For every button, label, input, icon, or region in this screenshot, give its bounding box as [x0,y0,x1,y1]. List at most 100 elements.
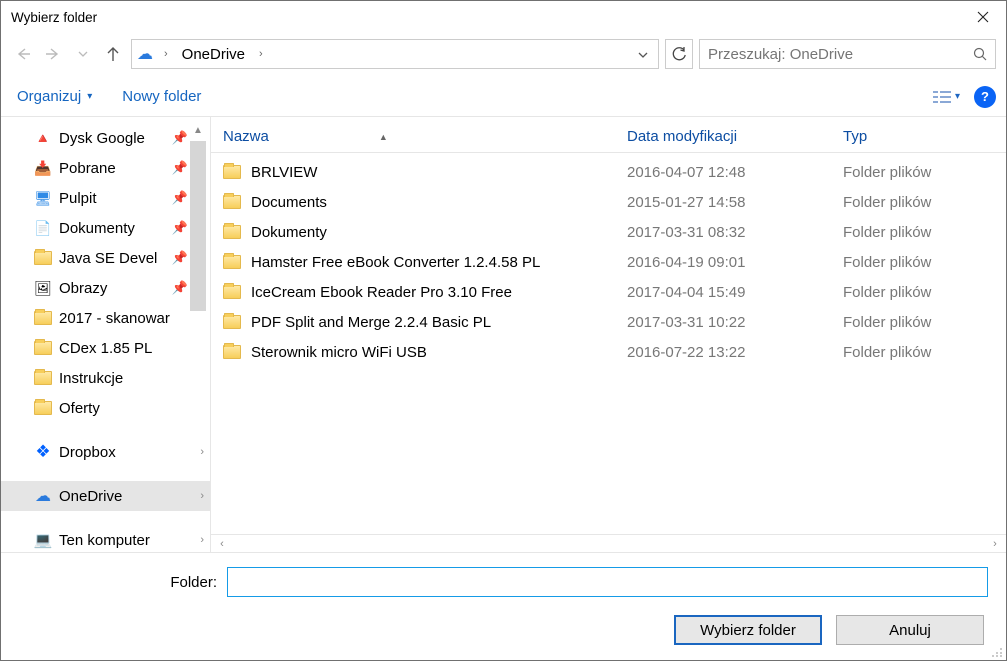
arrow-left-icon [15,47,31,61]
refresh-icon [672,47,687,62]
navigation-row: ☁ › OneDrive › [1,33,1006,75]
nav-recent-button[interactable] [71,42,95,66]
folder-icon [223,315,241,329]
list-row[interactable]: Sterownik micro WiFi USB2016-07-22 13:22… [211,337,1006,367]
row-name: IceCream Ebook Reader Pro 3.10 Free [251,284,512,301]
view-mode-button[interactable]: ▾ [933,90,960,104]
documents-icon: 📄 [34,220,51,237]
choose-folder-button[interactable]: Wybierz folder [674,615,822,645]
list-header: Nazwa ▲ Data modyfikacji Typ [211,117,1006,153]
tree-item-label: CDex 1.85 PL [59,340,152,357]
chevron-right-icon: › [200,534,204,546]
scroll-right-button[interactable]: › [986,537,1004,551]
folder-picker-window: Wybierz folder ☁ › OneDrive › Organizuj … [0,0,1007,661]
organize-button[interactable]: Organizuj ▾ [11,84,98,109]
pin-icon: 📌 [172,220,188,236]
tree-item[interactable]: 📄Dokumenty📌 [1,213,210,243]
tree-item[interactable]: Instrukcje [1,363,210,393]
tree-pane: ▲ 🔺Dysk Google📌📥Pobrane📌🖥Pulpit📌📄Dokumen… [1,117,211,552]
chevron-right-icon: › [200,446,204,458]
breadcrumb-separator: › [253,48,269,60]
row-name: Hamster Free eBook Converter 1.2.4.58 PL [251,254,540,271]
new-folder-button[interactable]: Nowy folder [116,84,207,109]
tree-item[interactable]: Oferty [1,393,210,423]
tree-item-label: Dropbox [59,444,116,461]
column-header-date[interactable]: Data modyfikacji [627,128,843,145]
tree-item[interactable]: 📥Pobrane📌 [1,153,210,183]
tree-item[interactable]: 🔺Dysk Google📌 [1,123,210,153]
tree-item[interactable]: ☁OneDrive› [1,481,210,511]
row-date: 2017-03-31 08:32 [627,224,843,241]
chevron-down-icon: ▾ [955,91,960,102]
pin-icon: 📌 [172,250,188,266]
row-date: 2017-04-04 15:49 [627,284,843,301]
chevron-right-icon: › [200,490,204,502]
search-box[interactable] [699,39,996,69]
arrow-right-icon [45,47,61,61]
tree-item-label: Oferty [59,400,100,417]
help-icon: ? [981,89,989,104]
pc-icon: 💻 [34,531,53,549]
help-button[interactable]: ? [974,86,996,108]
folder-icon [34,251,52,265]
row-date: 2015-01-27 14:58 [627,194,843,211]
arrow-up-icon [106,46,120,62]
tree-item[interactable]: 💻Ten komputer› [1,525,210,552]
toolbar-right: ▾ ? [933,86,996,108]
tree-item-label: Java SE Devel [59,250,157,267]
column-name-label: Nazwa [223,128,269,145]
tree-item[interactable]: 🖼Obrazy📌 [1,273,210,303]
row-name: PDF Split and Merge 2.2.4 Basic PL [251,314,491,331]
tree-item-label: 2017 - skanowar [59,310,170,327]
chevron-down-icon: ▾ [87,91,92,102]
tree-item[interactable]: 🖥Pulpit📌 [1,183,210,213]
list-row[interactable]: Documents2015-01-27 14:58Folder plików [211,187,1006,217]
tree-item-label: Instrukcje [59,370,123,387]
list-pane: Nazwa ▲ Data modyfikacji Typ BRLVIEW2016… [211,117,1006,552]
breadcrumb-item[interactable]: OneDrive [178,46,249,63]
tree-item[interactable]: Java SE Devel 📌 [1,243,210,273]
folder-icon [223,255,241,269]
row-date: 2016-07-22 13:22 [627,344,843,361]
folder-icon [34,371,52,385]
list-row[interactable]: PDF Split and Merge 2.2.4 Basic PL 2017-0… [211,307,1006,337]
pin-icon: 📌 [172,130,188,146]
h-scrollbar[interactable]: ‹ › [211,534,1006,552]
details-view-icon [933,90,951,104]
row-date: 2017-03-31 10:22 [627,314,843,331]
row-type: Folder plików [843,224,1006,241]
resize-grip[interactable] [991,645,1003,657]
column-header-type[interactable]: Typ [843,128,1006,145]
close-button[interactable] [960,1,1006,33]
breadcrumb-separator: › [158,48,174,60]
list-row[interactable]: IceCream Ebook Reader Pro 3.10 Free 2017-… [211,277,1006,307]
nav-up-button[interactable] [101,42,125,66]
breadcrumb-history-button[interactable] [632,46,654,62]
toolbar: Organizuj ▾ Nowy folder ▾ ? [1,77,1006,117]
cancel-button[interactable]: Anuluj [836,615,984,645]
folder-input[interactable] [227,567,988,597]
dropbox-icon: ❖ [35,442,50,462]
google-drive-icon: 🔺 [34,130,51,147]
folder-icon [34,341,52,355]
tree-item[interactable]: 2017 - skanowar [1,303,210,333]
folder-icon [223,345,241,359]
refresh-button[interactable] [665,39,693,69]
folder-icon [223,165,241,179]
nav-forward-button[interactable] [41,42,65,66]
column-header-name[interactable]: Nazwa ▲ [211,128,627,145]
nav-back-button[interactable] [11,42,35,66]
list-row[interactable]: BRLVIEW2016-04-07 12:48Folder plików [211,157,1006,187]
search-input[interactable] [706,45,971,64]
list-row[interactable]: Dokumenty2017-03-31 08:32Folder plików [211,217,1006,247]
row-name: Documents [251,194,327,211]
breadcrumb[interactable]: ☁ › OneDrive › [131,39,659,69]
scroll-left-button[interactable]: ‹ [213,537,231,551]
tree-item[interactable]: ❖ Dropbox › [1,437,210,467]
pin-icon: 📌 [172,190,188,206]
tree-item[interactable]: CDex 1.85 PL [1,333,210,363]
list-row[interactable]: Hamster Free eBook Converter 1.2.4.58 PL… [211,247,1006,277]
row-type: Folder plików [843,164,1006,181]
row-type: Folder plików [843,344,1006,361]
pictures-icon: 🖼 [34,280,52,297]
